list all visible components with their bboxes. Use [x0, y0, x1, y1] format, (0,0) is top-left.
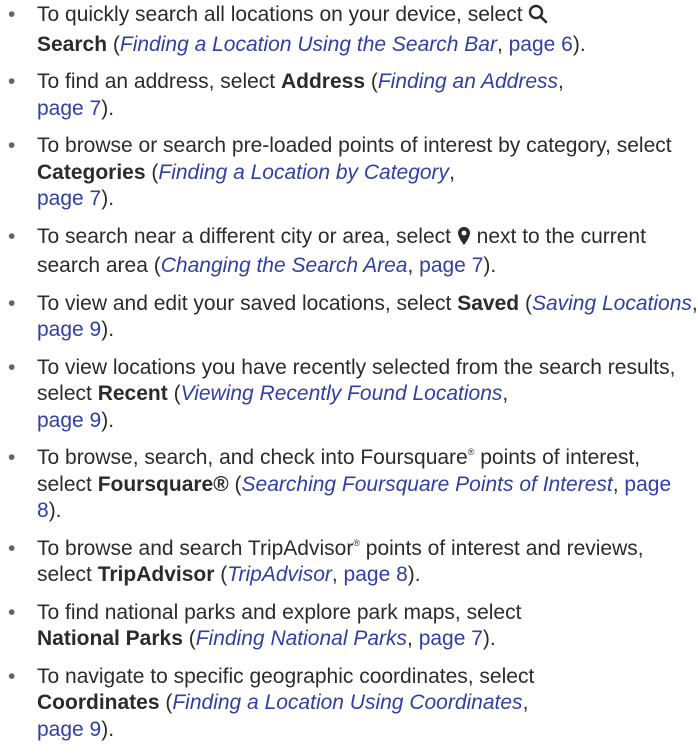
cross-reference-link[interactable]: Changing the Search Area: [161, 254, 408, 277]
item-bold-label: Saved: [457, 291, 520, 315]
page-reference-link[interactable]: page 7: [37, 97, 101, 120]
page-reference-link[interactable]: page 6: [509, 33, 573, 56]
item-bold-label: Foursquare®: [97, 472, 229, 496]
cross-reference-link[interactable]: Viewing Recently Found Locations: [181, 382, 503, 405]
bullet: •: [8, 70, 16, 93]
item-bold-label: Search: [37, 32, 108, 56]
bullet: •: [8, 536, 16, 560]
cross-reference-link[interactable]: TripAdvisor: [227, 563, 332, 586]
cross-reference-link[interactable]: Finding a Location by Category: [158, 161, 449, 184]
bullet: •: [8, 3, 16, 26]
item-bold-label: Categories: [37, 160, 146, 184]
cross-reference-link[interactable]: Finding National Parks: [196, 627, 407, 650]
page-reference-link[interactable]: page 9: [37, 409, 101, 432]
list-item: • To navigate to specific geographic coo…: [8, 664, 535, 741]
list-item: • To browse and search TripAdvisor® poin…: [8, 536, 644, 587]
item-text: To quickly search all locations on your …: [37, 3, 529, 26]
list-item: • To find national parks and explore par…: [8, 600, 522, 651]
registered-mark: ®: [353, 537, 360, 548]
page-reference-link[interactable]: page 8: [344, 563, 408, 586]
cross-reference-link[interactable]: Saving Locations: [532, 292, 692, 315]
item-text: To browse and search TripAdvisor: [37, 536, 354, 560]
item-bold-label: National Parks: [37, 627, 183, 650]
bullet: •: [8, 134, 16, 157]
page-reference-link[interactable]: page 7: [419, 627, 483, 650]
cross-reference-link[interactable]: Finding a Location Using Coordinates: [172, 691, 522, 714]
item-bold-label: TripAdvisor: [97, 563, 215, 586]
item-text: To find an address, select: [37, 70, 281, 93]
item-text: To view and edit your saved locations, s…: [37, 291, 458, 315]
cross-reference-link[interactable]: Searching Foursquare Points of Interest: [242, 473, 613, 496]
search-icon: [528, 4, 548, 32]
list-item: • To quickly search all locations on you…: [8, 3, 586, 56]
list-item: • To view and edit your saved locations,…: [8, 291, 698, 342]
list-item: • To browse or search pre-loaded points …: [8, 134, 672, 210]
page-reference-link[interactable]: page 9: [37, 318, 101, 341]
item-text: To browse or search pre-loaded points of…: [37, 134, 672, 157]
list-item: • To view locations you have recently se…: [8, 355, 676, 432]
list-item: • To search near a different city or are…: [8, 224, 646, 278]
page-reference-link[interactable]: page 7: [37, 187, 101, 210]
page-reference-link[interactable]: page 9: [37, 718, 101, 741]
list-item: • To find an address, select Address (Fi…: [8, 70, 564, 120]
item-bold-label: Recent: [97, 382, 168, 405]
page-reference-link[interactable]: page 7: [419, 254, 483, 277]
list-item: • To browse, search, and check into Four…: [8, 446, 672, 522]
cross-reference-link[interactable]: Finding a Location Using the Search Bar: [120, 33, 497, 56]
bullet: •: [8, 224, 16, 248]
bullet: •: [8, 600, 16, 624]
item-text: To navigate to specific geographic coord…: [37, 664, 535, 688]
item-text: To find national parks and explore park …: [37, 600, 522, 624]
bullet: •: [8, 291, 16, 315]
item-text: To search near a different city or area,…: [37, 224, 457, 248]
bullet: •: [8, 664, 16, 688]
bullet: •: [8, 446, 16, 469]
item-text: To browse, search, and check into Foursq…: [37, 446, 468, 469]
cross-reference-link[interactable]: Finding an Address: [378, 70, 558, 93]
item-bold-label: Address: [280, 70, 366, 93]
bullet-list: • To quickly search all locations on you…: [0, 2, 698, 754]
bullet: •: [8, 355, 16, 379]
item-bold-label: Coordinates: [37, 691, 160, 714]
location-pin-icon: [457, 226, 471, 254]
